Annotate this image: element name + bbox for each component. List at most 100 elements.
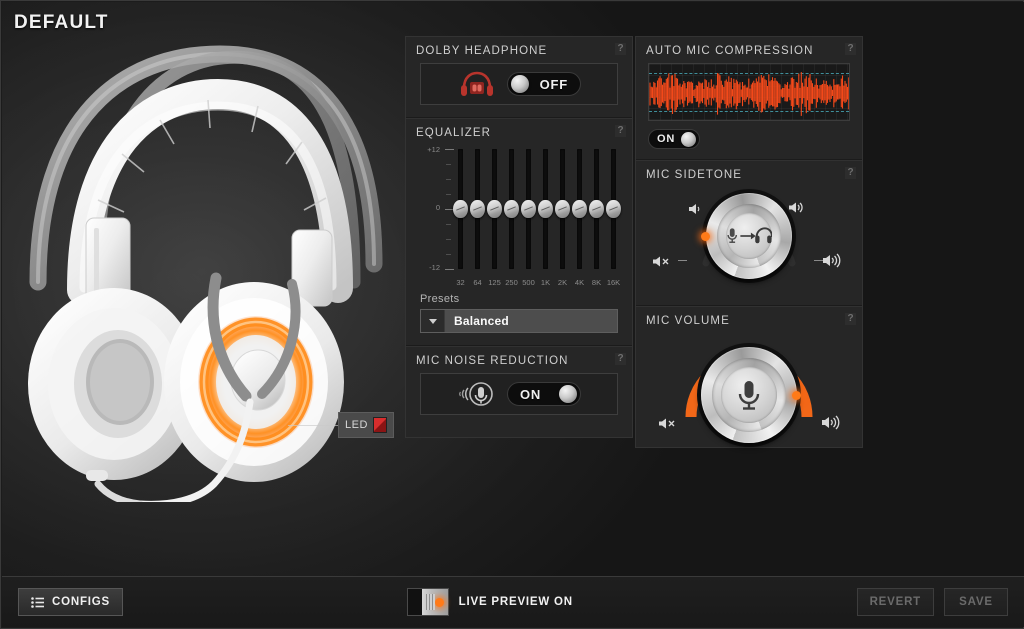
panel-title-mic-sidetone: MIC SIDETONE (646, 169, 743, 181)
panel-title-auto-mic-compression: AUTO MIC COMPRESSION (646, 45, 814, 57)
eq-thumb[interactable] (504, 200, 519, 218)
speaker-low-icon (689, 204, 700, 214)
preset-selected-value: Balanced (454, 314, 509, 328)
mic-sidetone-knob-area (636, 187, 862, 305)
knob-face (726, 213, 772, 259)
settings-column-middle: DOLBY HEADPHONE ? OFF EQUALIZER ? +12 0 … (405, 36, 633, 438)
live-preview-led (434, 597, 444, 607)
eq-thumb[interactable] (538, 200, 553, 218)
eq-thumb[interactable] (572, 200, 587, 218)
dolby-toggle-state: OFF (539, 76, 568, 92)
eq-scale-top: +12 (427, 145, 440, 154)
knob-face (721, 367, 777, 423)
led-color-badge[interactable]: LED (338, 412, 394, 438)
live-preview-switch[interactable] (406, 588, 449, 616)
panel-auto-mic-compression: AUTO MIC COMPRESSION ? ON (636, 37, 862, 160)
settings-column-right: AUTO MIC COMPRESSION ? ON MIC SIDETONE ?… (635, 36, 863, 448)
toggle-knob (559, 385, 577, 403)
eq-thumb[interactable] (470, 200, 485, 218)
mic-volume-level-indicator (792, 391, 801, 400)
eq-scale-bottom: -12 (429, 263, 440, 272)
help-icon-mic-sidetone[interactable]: ? (845, 167, 856, 179)
eq-tick-minor (446, 224, 451, 225)
eq-band[interactable]: 125 (486, 149, 503, 287)
speaker-mute-icon (659, 418, 675, 429)
dolby-headphone-icon (461, 71, 493, 96)
eq-thumb[interactable] (555, 200, 570, 218)
mic-noise-reduction-toggle[interactable]: ON (507, 382, 581, 406)
led-callout-line (288, 425, 340, 426)
eq-band[interactable]: 2K (554, 149, 571, 287)
panel-mic-noise-reduction: MIC NOISE REDUCTION ? ON (406, 346, 632, 415)
help-icon-mic-noise-reduction[interactable]: ? (615, 353, 626, 365)
steelseries-engine-window: DEFAULT LED DOLBY HEADPHONE ? OFF EQUALI… (0, 0, 1024, 629)
toggle-knob (511, 75, 529, 93)
mic-to-headphone-icon (727, 227, 772, 244)
save-button[interactable]: SAVE (944, 588, 1009, 616)
eq-band[interactable]: 32 (452, 149, 469, 287)
dolby-control-well: OFF (420, 63, 618, 105)
eq-band[interactable]: 16K (605, 149, 622, 287)
eq-band[interactable]: 4K (571, 149, 588, 287)
eq-thumb[interactable] (453, 200, 468, 218)
equalizer-sliders: 32 64 125 250 500 1K 2K 4K 8K 16K (452, 149, 622, 287)
eq-band[interactable]: 64 (469, 149, 486, 287)
amc-toggle-state: ON (657, 133, 676, 145)
eq-tick-minor (446, 179, 451, 180)
mic-noise-icon (459, 382, 493, 406)
preset-dropdown-arrow[interactable] (421, 310, 445, 332)
panel-title-dolby: DOLBY HEADPHONE (416, 45, 548, 57)
eq-band[interactable]: 1K (537, 149, 554, 287)
dolby-headphone-toggle[interactable]: OFF (507, 72, 581, 96)
eq-thumb[interactable] (606, 200, 621, 218)
revert-button[interactable]: REVERT (856, 588, 935, 616)
help-icon-dolby[interactable]: ? (615, 43, 626, 55)
eq-thumb[interactable] (589, 200, 604, 218)
mic-sidetone-knob[interactable] (701, 189, 796, 283)
panel-title-mic-volume: MIC VOLUME (646, 315, 730, 327)
eq-thumb[interactable] (487, 200, 502, 218)
live-preview-control[interactable]: LIVE PREVIEW ON (406, 588, 573, 616)
list-icon (31, 596, 44, 608)
eq-thumb[interactable] (521, 200, 536, 218)
presets-section: Presets Balanced (406, 293, 632, 345)
configs-button[interactable]: CONFIGS (18, 588, 123, 616)
panel-mic-sidetone: MIC SIDETONE ? (636, 160, 862, 306)
auto-mic-compression-toggle[interactable]: ON (648, 129, 700, 149)
waveform-trace (649, 72, 849, 116)
help-icon-mic-volume[interactable]: ? (845, 313, 856, 325)
live-preview-label: LIVE PREVIEW ON (458, 596, 573, 608)
save-button-label: SAVE (959, 596, 993, 608)
presets-label: Presets (420, 293, 460, 305)
eq-band[interactable]: 8K (588, 149, 605, 287)
eq-band[interactable]: 500 (520, 149, 537, 287)
eq-tick-minor (446, 254, 451, 255)
auto-mic-compression-toggle-row: ON (636, 129, 862, 159)
help-icon-auto-mic-compression[interactable]: ? (845, 43, 856, 55)
bottom-toolbar: CONFIGS LIVE PREVIEW ON REVERT SAVE (2, 576, 1024, 627)
mic-noise-control-well: ON (420, 373, 618, 415)
eq-tick-minor (446, 239, 451, 240)
preset-select[interactable]: Balanced (420, 309, 618, 333)
eq-frequency-label: 16K (606, 278, 621, 287)
speaker-mute-icon (653, 256, 669, 267)
mic-noise-toggle-state: ON (520, 386, 542, 402)
mic-volume-knob[interactable] (697, 343, 801, 447)
mic-sidetone-level-indicator (701, 232, 710, 241)
eq-scale-mid: 0 (435, 203, 440, 212)
revert-button-label: REVERT (869, 596, 922, 608)
speaker-loud-icon (822, 415, 840, 430)
headset-preview-stage: DEFAULT LED DOLBY HEADPHONE ? OFF EQUALI… (2, 2, 1024, 578)
panel-mic-volume: MIC VOLUME ? (636, 306, 862, 461)
sidetone-max-tick (814, 260, 823, 261)
led-color-swatch[interactable] (372, 417, 387, 433)
configs-button-label: CONFIGS (52, 596, 110, 608)
help-icon-equalizer[interactable]: ? (615, 125, 626, 137)
toggle-knob (681, 132, 696, 147)
panel-equalizer: EQUALIZER ? +12 0 -12 32 64 125 250 500 … (406, 118, 632, 346)
sidetone-min-tick (678, 260, 687, 261)
chevron-down-icon (428, 318, 437, 324)
panel-title-mic-noise-reduction: MIC NOISE REDUCTION (416, 355, 569, 367)
panel-title-equalizer: EQUALIZER (416, 127, 492, 139)
eq-band[interactable]: 250 (503, 149, 520, 287)
